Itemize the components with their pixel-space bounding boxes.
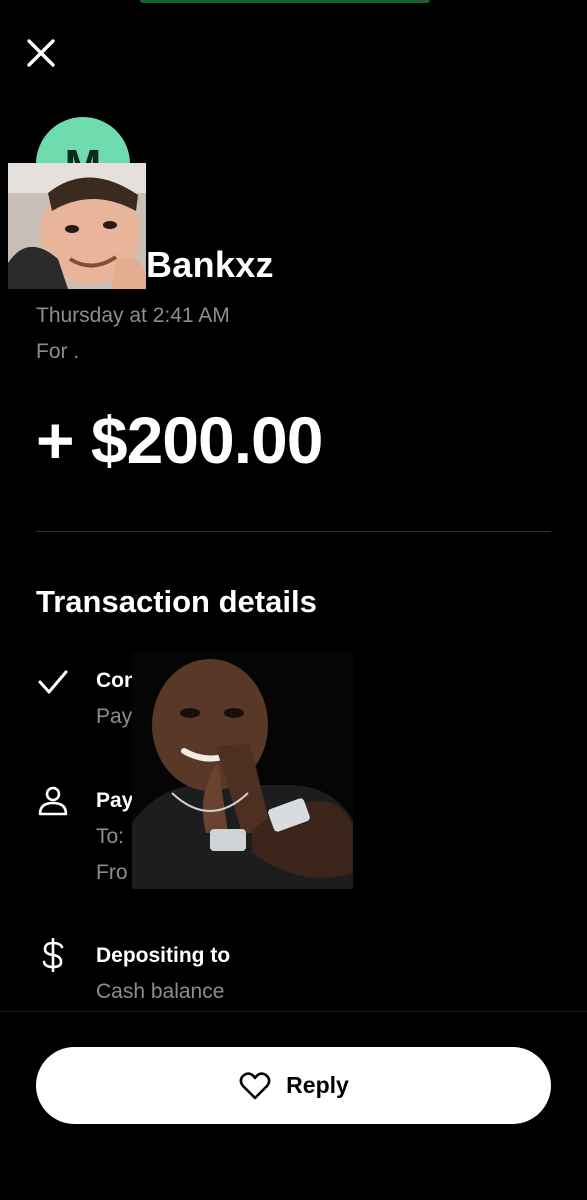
status-title: Con [96, 669, 137, 692]
close-icon [27, 39, 55, 67]
reply-button[interactable]: Reply [36, 1047, 551, 1124]
top-handle [140, 0, 430, 3]
transaction-note: For . [36, 340, 80, 363]
reply-label: Reply [286, 1072, 349, 1098]
payment-to: To: [96, 825, 125, 848]
sticker-photo-kid [8, 163, 146, 289]
payment-from: Fro [96, 861, 128, 884]
deposit-destination: Cash balance [96, 980, 225, 1003]
close-button[interactable] [24, 36, 58, 70]
deposit-title: Depositing to [96, 944, 231, 967]
transaction-timestamp: Thursday at 2:41 AM [36, 304, 230, 327]
heart-icon [239, 1071, 271, 1099]
sticker-photo-man [132, 653, 353, 889]
person-icon [38, 786, 68, 816]
footer-divider [0, 1011, 587, 1012]
check-icon [38, 670, 68, 694]
counterparty-name: Bankxz [146, 244, 274, 285]
divider [36, 531, 551, 532]
transaction-amount: + $200.00 [36, 403, 323, 477]
dollar-icon [42, 938, 64, 972]
section-title: Transaction details [36, 584, 317, 619]
